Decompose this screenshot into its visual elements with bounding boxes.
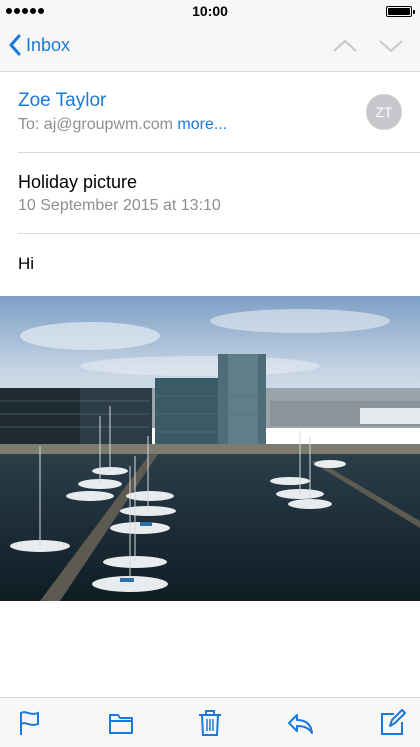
attached-harbour-photo[interactable] xyxy=(0,296,420,601)
to-prefix: To: xyxy=(18,116,44,133)
back-label: Inbox xyxy=(26,34,71,55)
reply-icon[interactable] xyxy=(286,709,314,737)
next-message-chevron-down-icon[interactable] xyxy=(378,36,404,56)
status-time: 10:00 xyxy=(192,3,228,19)
email-subject: Holiday picture xyxy=(18,172,138,192)
email-date: 10 September 2015 at 13:10 xyxy=(18,197,221,214)
navigation-bar: Inbox xyxy=(0,22,420,72)
trash-icon[interactable] xyxy=(196,709,224,737)
status-bar: 10:00 xyxy=(0,0,420,22)
compose-icon[interactable] xyxy=(378,709,406,737)
bottom-toolbar xyxy=(0,697,420,747)
more-recipients-link[interactable]: more... xyxy=(177,116,227,133)
chevron-left-icon xyxy=(9,34,21,56)
flag-icon[interactable] xyxy=(16,709,44,737)
recipient-line: To: aj@groupwm.com more... xyxy=(18,116,227,134)
previous-message-chevron-up-icon[interactable] xyxy=(332,36,358,56)
recipient-address[interactable]: aj@groupwm.com xyxy=(44,116,173,133)
back-to-inbox-button[interactable]: Inbox xyxy=(8,34,70,56)
email-subject-section: Holiday picture 10 September 2015 at 13:… xyxy=(0,152,420,233)
email-body-text: Hi xyxy=(18,254,35,273)
email-sender-section: Zoe Taylor To: aj@groupwm.com more... ZT xyxy=(0,72,420,152)
divider xyxy=(18,233,420,234)
sender-name[interactable]: Zoe Taylor xyxy=(18,90,106,112)
avatar[interactable]: ZT xyxy=(366,94,402,130)
battery-icon xyxy=(386,6,415,17)
folder-icon[interactable] xyxy=(107,709,135,737)
